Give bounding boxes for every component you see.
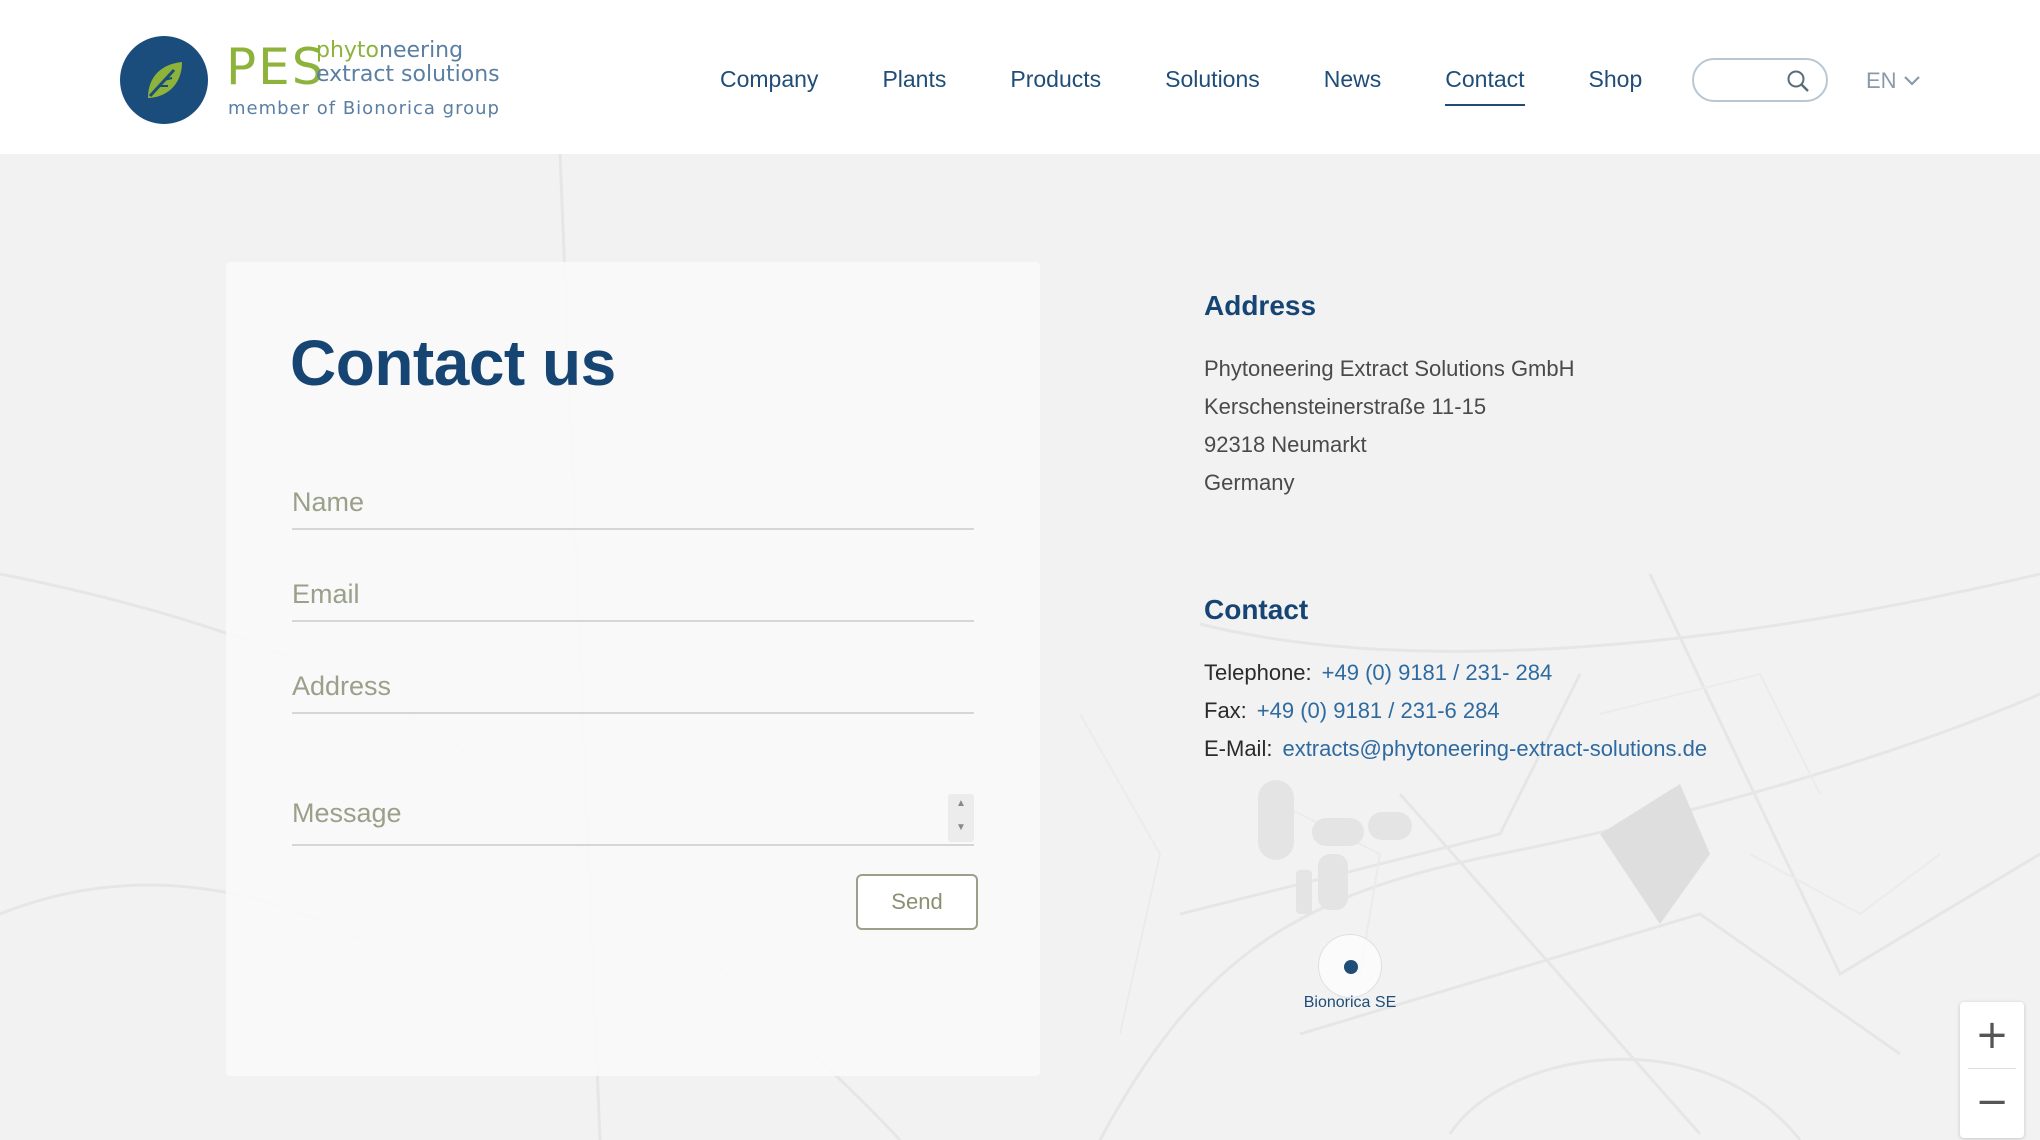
name-input[interactable] [292, 482, 974, 522]
name-field [292, 472, 974, 530]
logo[interactable]: PES phytoneering extract solutions membe… [120, 34, 500, 126]
address-line: Phytoneering Extract Solutions GmbH [1204, 356, 1575, 381]
address-input[interactable] [292, 666, 974, 706]
nav-products[interactable]: Products [1010, 66, 1101, 106]
search-icon[interactable] [1786, 69, 1810, 93]
message-field: ▲ ▼ [292, 788, 974, 846]
fax-label: Fax: [1204, 698, 1247, 723]
nav-contact[interactable]: Contact [1445, 66, 1525, 106]
address-field [292, 656, 974, 714]
message-textarea[interactable] [292, 798, 974, 838]
textarea-scrollbar[interactable]: ▲ ▼ [948, 794, 974, 842]
scroll-up-icon[interactable]: ▲ [956, 798, 966, 809]
nav-company[interactable]: Company [720, 66, 818, 106]
language-selector[interactable]: EN [1866, 68, 1921, 94]
contact-form-card: Contact us ▲ ▼ Send [226, 262, 1040, 1076]
zoom-in-button[interactable]: + [1960, 1002, 2024, 1068]
address-line: Germany [1204, 470, 1295, 495]
zoom-out-button[interactable]: − [1960, 1069, 2024, 1135]
nav-plants[interactable]: Plants [882, 66, 946, 106]
chevron-down-icon [1903, 76, 1920, 86]
search-input[interactable] [1710, 68, 1790, 92]
map-marker-label: Bionorica SE [1303, 994, 1397, 1011]
logo-subtitle-2: extract solutions [316, 62, 500, 87]
site-header: PES phytoneering extract solutions membe… [0, 0, 2040, 154]
fax-row: Fax: +49 (0) 9181 / 231-6 284 [1204, 698, 1500, 724]
telephone-row: Telephone: +49 (0) 9181 / 231- 284 [1204, 660, 1552, 686]
logo-member-text: member of Bionorica group [228, 98, 500, 119]
nav-news[interactable]: News [1324, 66, 1382, 106]
scroll-down-icon[interactable]: ▼ [956, 822, 966, 833]
main-nav: Company Plants Products Solutions News C… [720, 66, 1706, 106]
email-label: E-Mail: [1204, 736, 1273, 761]
leaf-logo-icon [120, 36, 208, 124]
email-link[interactable]: extracts@phytoneering-extract-solutions.… [1282, 736, 1707, 761]
logo-subtitle-1: phytoneering [316, 38, 464, 63]
language-label: EN [1866, 68, 1897, 93]
fax-link[interactable]: +49 (0) 9181 / 231-6 284 [1257, 698, 1500, 723]
nav-solutions[interactable]: Solutions [1165, 66, 1260, 106]
map-marker-icon[interactable] [1318, 934, 1382, 998]
address-line: Kerschensteinerstraße 11-15 [1204, 394, 1487, 419]
contact-heading: Contact [1204, 594, 1309, 625]
email-row: E-Mail: extracts@phytoneering-extract-sol… [1204, 736, 1707, 762]
logo-pes-text: PES [226, 38, 326, 96]
email-input[interactable] [292, 574, 974, 614]
address-heading: Address [1204, 290, 1317, 321]
email-field [292, 564, 974, 622]
telephone-label: Telephone: [1204, 660, 1312, 685]
telephone-link[interactable]: +49 (0) 9181 / 231- 284 [1322, 660, 1553, 685]
map-zoom-control: + − [1960, 1002, 2024, 1138]
send-button[interactable]: Send [856, 874, 978, 930]
search-box [1692, 58, 1828, 102]
page-title: Contact us [290, 327, 616, 399]
address-line: 92318 Neumarkt [1204, 432, 1367, 457]
nav-shop[interactable]: Shop [1589, 66, 1643, 106]
